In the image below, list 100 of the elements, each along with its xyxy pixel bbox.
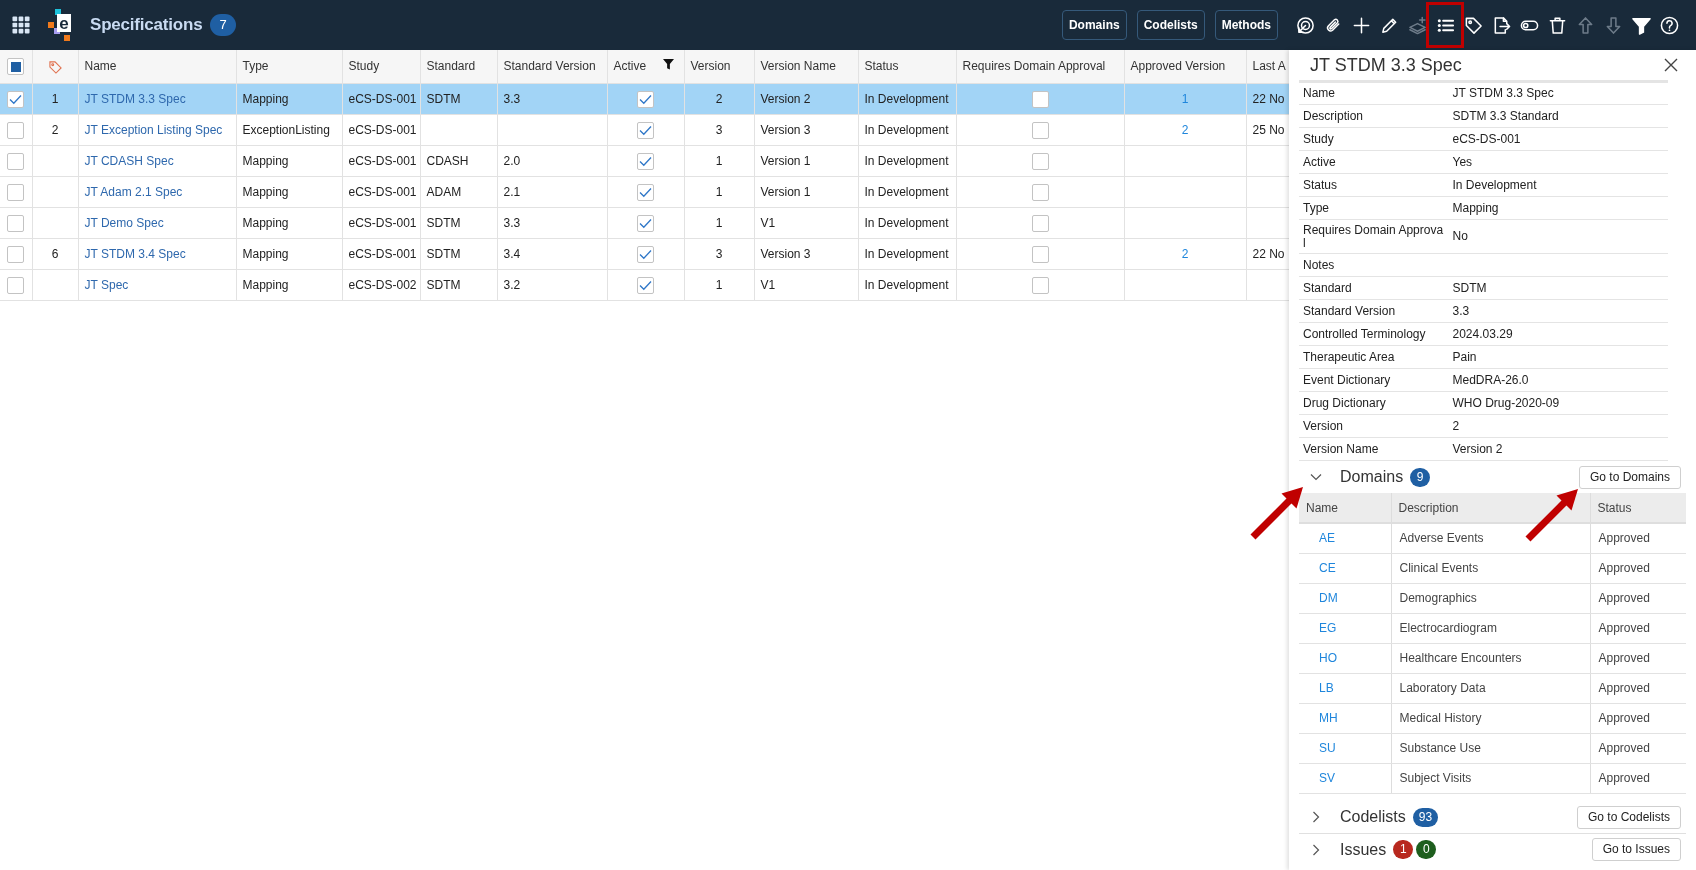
column-header[interactable]: Active: [607, 50, 684, 83]
approval-checkbox[interactable]: [1031, 245, 1049, 263]
field-label: Controlled Terminology: [1299, 322, 1449, 346]
column-header[interactable]: Status: [1590, 493, 1686, 523]
table-cell: Subject Visits: [1391, 763, 1590, 793]
field-label: Status: [1299, 173, 1449, 197]
row-checkbox[interactable]: [7, 90, 25, 108]
table-row[interactable]: JT Adam 2.1 Spec Mapping eCS-DS-001 ADAM 2.1 1 Version 1 In Development: [0, 176, 1289, 207]
spec-name-link[interactable]: JT Spec: [84, 277, 129, 292]
active-checkbox[interactable]: [637, 245, 654, 263]
domain-link[interactable]: SV: [1319, 771, 1335, 785]
go-to-button[interactable]: Go to Issues: [1591, 838, 1681, 861]
approval-checkbox[interactable]: [1031, 276, 1049, 294]
table-cell: Mapping: [236, 269, 342, 300]
filter-icon: [1631, 15, 1651, 35]
field-label: Type: [1299, 196, 1449, 220]
active-checkbox[interactable]: [637, 90, 654, 108]
row-checkbox[interactable]: [7, 214, 25, 232]
count-badge: 7: [210, 14, 236, 36]
domain-link[interactable]: DM: [1319, 591, 1338, 605]
domain-link[interactable]: MH: [1319, 711, 1338, 725]
approval-checkbox[interactable]: [1031, 121, 1049, 139]
table-cell: 1: [684, 269, 754, 300]
active-checkbox[interactable]: [637, 152, 654, 170]
column-header[interactable]: Approved Version: [1124, 50, 1246, 83]
apps-menu-button[interactable]: [12, 16, 30, 34]
domain-link[interactable]: AE: [1319, 531, 1335, 546]
version-link[interactable]: 2: [1181, 246, 1189, 261]
column-header[interactable]: Requires Domain Approval: [956, 50, 1124, 83]
table-cell: Mapping: [236, 238, 342, 269]
nav-button[interactable]: Methods: [1214, 10, 1278, 40]
field-value: Version 2: [1448, 437, 1668, 461]
app-logo: e: [48, 9, 72, 41]
table-row[interactable]: JT Demo Spec Mapping eCS-DS-001 SDTM 3.3 1 V1 In Development: [0, 207, 1289, 238]
row-checkbox[interactable]: [7, 152, 25, 170]
table-cell: eCS-DS-001: [342, 176, 420, 207]
chevron-down-icon[interactable]: [1310, 471, 1322, 483]
table-row[interactable]: 1 JT STDM 3.3 Spec Mapping eCS-DS-001 SDTM 3.3 2 Version 2 In Development 1 22 No: [0, 83, 1289, 114]
table-row[interactable]: JT CDASH Spec Mapping eCS-DS-001 CDASH 2.0 1 Version 1 In Development: [0, 145, 1289, 176]
field-label: Standard Version: [1299, 299, 1449, 323]
domain-link[interactable]: SU: [1319, 741, 1336, 755]
domain-link[interactable]: CE: [1319, 561, 1336, 575]
active-checkbox[interactable]: [637, 214, 654, 232]
column-header[interactable]: Version: [684, 50, 754, 83]
table-cell: 2.0: [497, 145, 607, 176]
row-checkbox[interactable]: [7, 183, 25, 201]
row-checkbox[interactable]: [7, 276, 25, 294]
table-cell: Version 3: [754, 238, 858, 269]
column-header[interactable]: Status: [858, 50, 956, 83]
column-header[interactable]: Description: [1391, 493, 1590, 523]
column-header[interactable]: Study: [342, 50, 420, 83]
page-title: Specifications: [90, 14, 203, 37]
version-link[interactable]: 2: [1181, 122, 1189, 137]
column-header[interactable]: Name: [78, 50, 236, 83]
select-all-checkbox[interactable]: [7, 58, 25, 76]
table-cell: Version 1: [754, 176, 858, 207]
column-header[interactable]: Standard: [420, 50, 497, 83]
domain-link[interactable]: LB: [1319, 681, 1334, 695]
domain-link[interactable]: EG: [1319, 621, 1337, 635]
target-icon: [1295, 15, 1315, 35]
approval-checkbox[interactable]: [1031, 152, 1049, 170]
filter-icon[interactable]: [662, 59, 674, 71]
approval-checkbox[interactable]: [1031, 214, 1049, 232]
table-row[interactable]: 6 JT STDM 3.4 Spec Mapping eCS-DS-001 SDTM 3.4 3 Version 3 In Development 2 22 No: [0, 238, 1289, 269]
field-label: Requires Domain Approval: [1299, 219, 1449, 254]
active-checkbox[interactable]: [637, 121, 654, 139]
checkmark-icon: [9, 93, 23, 105]
table-cell: SDTM: [420, 83, 497, 114]
table-cell: In Development: [858, 269, 956, 300]
column-header[interactable]: Name: [1299, 493, 1391, 523]
table-cell: eCS-DS-001: [342, 207, 420, 238]
table-row[interactable]: 2 JT Exception Listing Spec ExceptionListing eCS-DS-001 3 Version 3 In Development 2 25 No: [0, 114, 1289, 145]
close-button[interactable]: [1664, 58, 1678, 72]
go-to-button[interactable]: Go to Codelists: [1576, 805, 1681, 829]
list-view-button[interactable]: [1426, 2, 1464, 48]
active-checkbox[interactable]: [637, 276, 654, 294]
chevron-right-icon[interactable]: [1310, 843, 1322, 856]
table-cell: Approved: [1590, 583, 1686, 613]
column-header[interactable]: Version Name: [754, 50, 858, 83]
column-header[interactable]: Type: [236, 50, 342, 83]
table-cell: 1: [684, 145, 754, 176]
approval-checkbox[interactable]: [1031, 90, 1049, 108]
table-cell: In Development: [858, 207, 956, 238]
domain-link[interactable]: HO: [1319, 651, 1337, 665]
column-header[interactable]: Last A: [1246, 50, 1289, 83]
table-cell: Electrocardiogram: [1391, 613, 1590, 643]
chevron-right-icon[interactable]: [1310, 811, 1322, 823]
table-cell: 3.3: [497, 83, 607, 114]
row-checkbox[interactable]: [7, 245, 25, 263]
row-number: 6: [32, 238, 78, 269]
table-cell: 1: [684, 207, 754, 238]
approval-checkbox[interactable]: [1031, 183, 1049, 201]
active-checkbox[interactable]: [637, 183, 654, 201]
table-row[interactable]: JT Spec Mapping eCS-DS-002 SDTM 3.2 1 V1 In Development: [0, 269, 1289, 300]
go-to-button[interactable]: Go to Domains: [1578, 465, 1681, 489]
nav-button[interactable]: Codelists: [1136, 10, 1205, 40]
column-header[interactable]: Standard Version: [497, 50, 607, 83]
row-checkbox[interactable]: [7, 121, 25, 139]
table-cell: SDTM: [420, 207, 497, 238]
nav-button[interactable]: Domains: [1061, 10, 1127, 40]
